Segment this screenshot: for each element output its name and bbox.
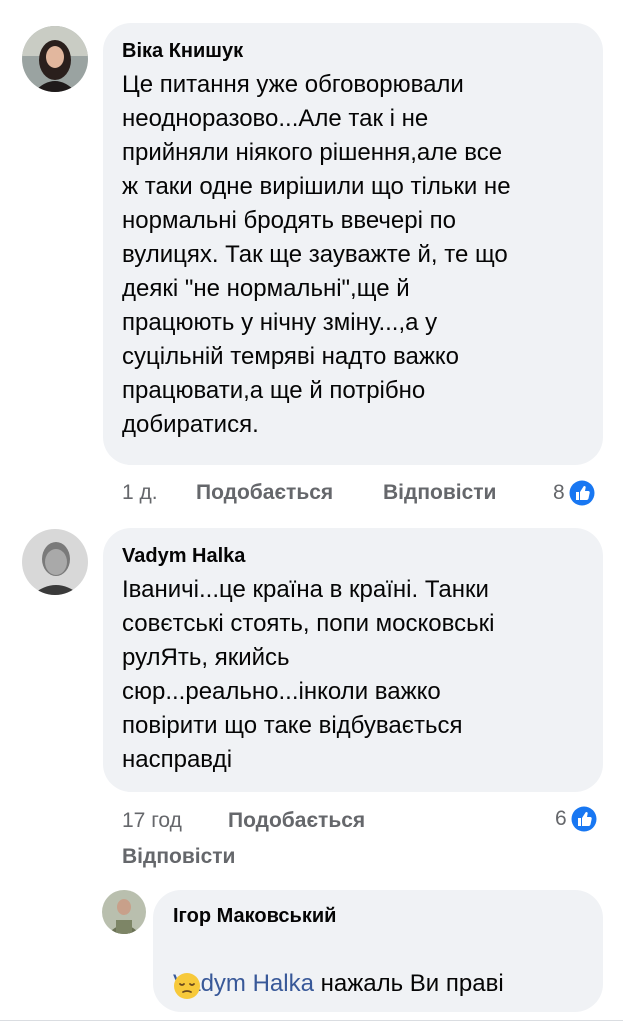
like-icon [571,806,597,832]
reply-button-2[interactable]: Відповісти [122,845,235,869]
comment-time-2[interactable]: 17 год [122,809,182,833]
avatar-vadym-halka[interactable] [22,529,88,595]
comment-text-1: Це питання уже обговорювали неодноразово… [122,71,511,438]
avatar-vika-knyshuk[interactable] [22,26,88,92]
reaction-count-2: 6 [555,807,567,830]
reaction-count-1: 8 [553,481,565,504]
like-icon [569,480,595,506]
comment-time-1[interactable]: 1 д. [122,481,158,505]
reaction-summary-2[interactable]: 6 [555,804,597,834]
like-button-1[interactable]: Подобається [196,481,333,505]
like-button-2[interactable]: Подобається [228,809,365,833]
reaction-summary-1[interactable]: 8 [553,478,595,508]
divider [0,1020,623,1021]
pensive-face-emoji [174,973,200,999]
avatar-ihor-makovskyi[interactable] [102,890,146,934]
comment-text-2: Іваничі...це країна в країні. Танки совє… [122,576,495,773]
reply-button-1[interactable]: Відповісти [383,481,496,505]
comment-author-1[interactable]: Віка Книшук [122,40,243,63]
reply-body: нажаль Ви праві [313,970,504,997]
comment-author-2[interactable]: Vadym Halka [122,545,245,568]
reply-text: Vadym Halka нажаль Ви праві [173,933,593,1001]
reply-author[interactable]: Ігор Маковський [173,905,336,928]
